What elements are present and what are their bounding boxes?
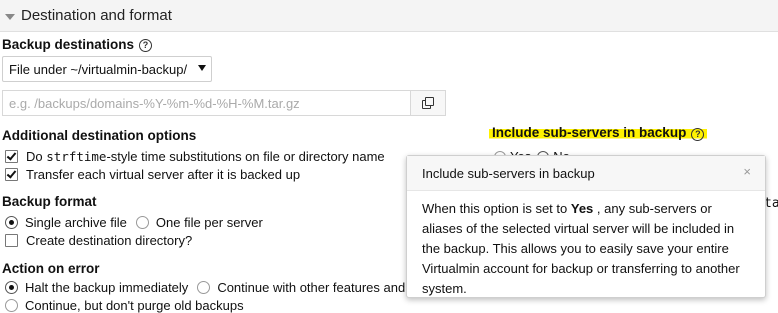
popover-body: When this option is set to Yes , any sub… xyxy=(422,201,740,296)
destination-type-select[interactable]: File under ~/virtualmin-backup/ xyxy=(2,56,212,82)
strftime-checkbox[interactable] xyxy=(5,150,18,163)
continue-no-purge-radio[interactable] xyxy=(5,299,18,312)
create-dir-option[interactable]: Create destination directory? xyxy=(5,233,192,248)
close-icon[interactable]: × xyxy=(743,164,751,179)
popover-title: Include sub-servers in backup xyxy=(407,156,765,191)
single-archive-radio[interactable] xyxy=(5,216,18,229)
backup-destinations-label: Backup destinations? xyxy=(2,37,153,52)
continue-other-features-radio[interactable] xyxy=(197,281,211,294)
one-file-per-server-radio[interactable] xyxy=(135,216,149,229)
strftime-option[interactable]: Do strftime -style time substitutions on … xyxy=(5,149,385,164)
continue-no-purge-option: Continue, but don't purge old backups xyxy=(5,298,244,313)
help-popover: Include sub-servers in backup × When thi… xyxy=(406,155,766,298)
question-circle-icon[interactable]: ? xyxy=(139,39,153,52)
section-title: Destination and format xyxy=(21,7,172,24)
copy-button[interactable] xyxy=(410,90,446,116)
error-radio-group: Halt the backup immediately Continue wit… xyxy=(5,280,415,295)
backup-path-input[interactable]: e.g. /backups/domains-%Y-%m-%d-%H-%M.tar… xyxy=(2,90,411,116)
additional-options-label: Additional destination options xyxy=(2,128,197,143)
transfer-option[interactable]: Transfer each virtual server after it is… xyxy=(5,167,300,182)
copy-icon xyxy=(422,97,434,109)
section-header-destination-format[interactable]: Destination and format xyxy=(0,0,778,32)
backup-format-label: Backup format xyxy=(2,194,97,209)
include-subservers-label: Include sub-servers in backup? xyxy=(489,125,708,141)
chevron-down-icon xyxy=(198,65,206,71)
transfer-checkbox[interactable] xyxy=(5,168,18,181)
collapse-triangle-icon[interactable] xyxy=(5,13,15,20)
format-radio-group: Single archive file One file per server xyxy=(5,215,263,230)
create-dir-checkbox[interactable] xyxy=(5,234,18,247)
obscured-text-fragment: ta xyxy=(764,196,778,211)
halt-backup-radio[interactable] xyxy=(5,281,18,294)
action-on-error-label: Action on error xyxy=(2,261,100,276)
question-circle-icon[interactable]: ? xyxy=(691,128,705,141)
